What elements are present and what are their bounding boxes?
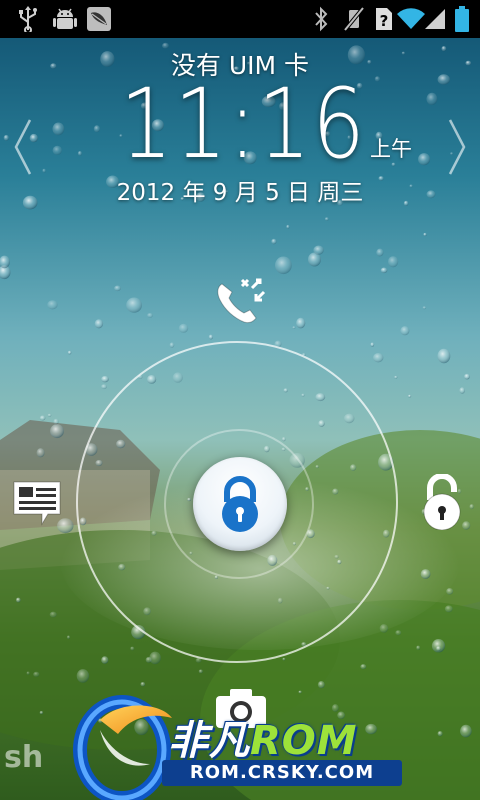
raindrop (370, 342, 375, 347)
raindrop (39, 415, 46, 421)
raindrop (149, 651, 161, 665)
raindrop (52, 122, 65, 136)
vibrate-icon (342, 0, 366, 38)
no-sim-icon: ? (372, 0, 396, 38)
raindrop (101, 656, 109, 664)
raindrop (373, 353, 384, 363)
raindrop (93, 125, 100, 133)
message-icon[interactable] (12, 480, 64, 528)
raindrop (376, 248, 384, 257)
raindrop (380, 267, 388, 274)
raindrop (114, 285, 121, 292)
raindrop (313, 245, 324, 255)
raindrop (140, 682, 146, 687)
raindrop (94, 319, 104, 329)
clock-time: 11:16 (120, 68, 367, 180)
next-arrow-icon[interactable] (446, 118, 468, 176)
raindrop (50, 424, 64, 439)
bluetooth-icon (310, 0, 332, 38)
raindrop (53, 418, 59, 425)
raindrop (47, 413, 52, 417)
raindrop (26, 671, 30, 675)
previous-arrow-icon[interactable] (12, 118, 34, 176)
raindrop (426, 92, 438, 105)
raindrop (394, 375, 398, 379)
watermark-brand-name: 非凡ROM (168, 708, 358, 766)
raindrop (36, 448, 45, 458)
battery-icon (452, 0, 472, 38)
watermark-brand-rom: ROM (250, 718, 358, 764)
wifi-icon (396, 0, 426, 38)
raindrop (52, 145, 62, 155)
raindrop (126, 297, 142, 313)
raindrop (101, 384, 107, 390)
svg-text:?: ? (380, 12, 389, 30)
raindrop (169, 342, 175, 348)
raindrop (178, 323, 189, 333)
raindrop (296, 317, 306, 329)
raindrop (391, 162, 396, 167)
raindrop (408, 394, 412, 398)
raindrop (436, 646, 441, 651)
raindrop (317, 681, 325, 689)
missed-call-icon[interactable] (212, 276, 268, 326)
raindrop (67, 350, 72, 355)
raindrop (416, 645, 421, 650)
raindrop (464, 373, 470, 380)
raindrop (324, 217, 329, 221)
raindrop (76, 669, 90, 683)
raindrop (282, 657, 286, 661)
status-bar: ? (0, 0, 480, 38)
raindrop (47, 300, 58, 310)
watermark-left-text: sh (4, 740, 44, 775)
raindrop (469, 504, 474, 510)
raindrop (395, 630, 402, 636)
raindrop (459, 387, 466, 394)
watermark-brand-cn: 非凡 (168, 718, 250, 764)
raindrop (446, 588, 454, 595)
lock-screen: ? 没有 UIM 卡 11:16 上午 2012 年 9 月 5 日 周三 sh… (0, 0, 480, 800)
raindrop (275, 256, 292, 275)
signal-icon (424, 0, 448, 38)
raindrop (77, 151, 82, 156)
raindrop (130, 646, 135, 651)
raindrop (67, 635, 70, 639)
raindrop (271, 238, 277, 245)
raindrop (423, 232, 427, 237)
raindrop (101, 375, 109, 383)
usb-icon (14, 0, 42, 38)
raindrop (3, 134, 9, 141)
watermark-url: ROM.CRSKY.COM (162, 760, 402, 786)
raindrop (379, 624, 389, 633)
unlock-handle[interactable] (193, 457, 287, 551)
raindrop (422, 306, 427, 310)
raindrop (33, 671, 40, 677)
lock-icon (222, 476, 258, 532)
raindrop (388, 256, 399, 268)
unlock-icon[interactable] (420, 474, 464, 530)
raindrop (400, 326, 410, 336)
raindrop (286, 224, 290, 229)
date-label: 2012 年 9 月 5 日 周三 (116, 180, 364, 206)
raindrop (198, 669, 203, 674)
raindrop (420, 569, 431, 579)
raindrop (444, 605, 453, 613)
leaf-notification-icon (85, 0, 113, 38)
raindrop (49, 611, 57, 618)
raindrop (292, 326, 296, 329)
raindrop (208, 334, 213, 340)
raindrop (437, 348, 451, 364)
raindrop (15, 597, 21, 603)
raindrop (360, 664, 367, 670)
raindrop (147, 313, 153, 318)
clock-ampm: 上午 (370, 137, 412, 161)
android-debug-icon (50, 0, 80, 38)
raindrop (418, 153, 431, 166)
